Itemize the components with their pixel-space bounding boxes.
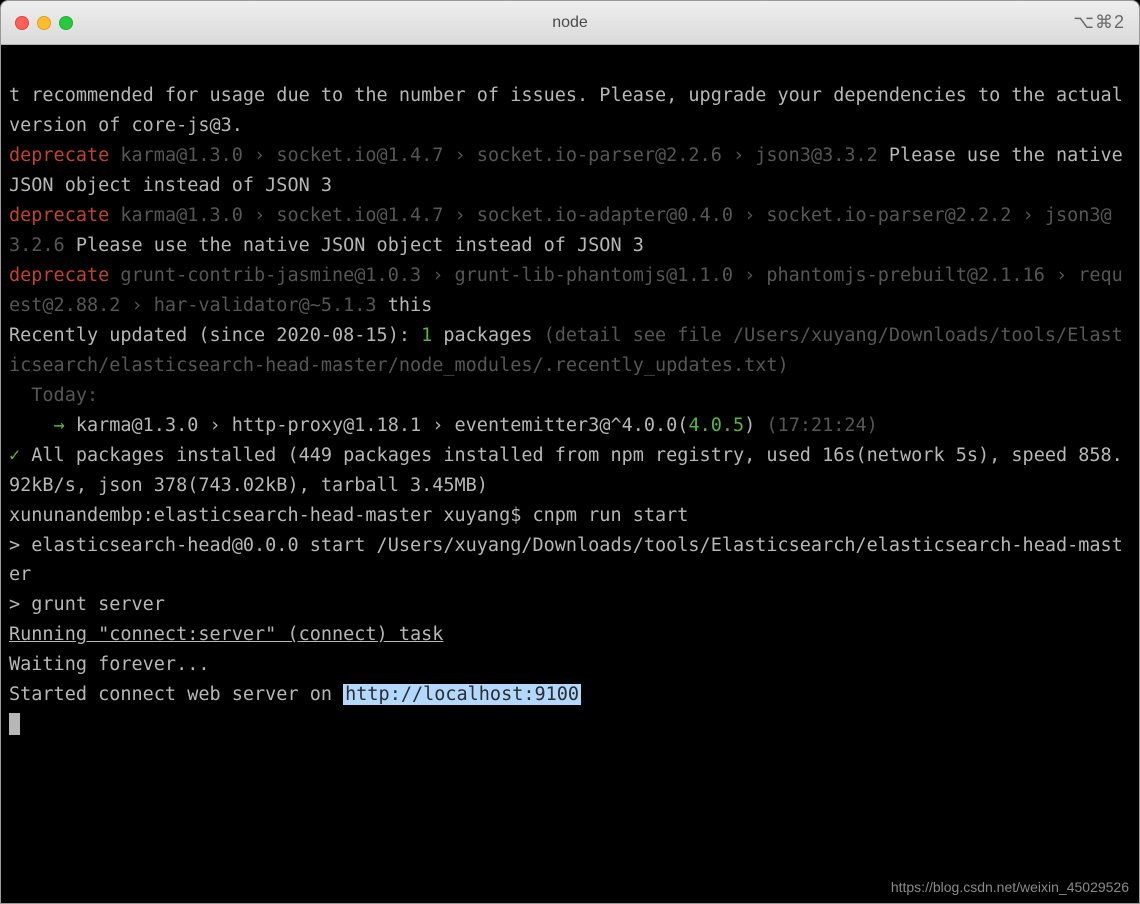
pkg-chain: karma@1.3.0 › http-proxy@1.18.1 › evente… (65, 415, 689, 436)
dep-chain: karma@1.3.0 › socket.io@1.4.7 › socket.i… (109, 145, 889, 166)
recent-prefix: Recently updated (since 2020-08-15): (9, 325, 421, 346)
server-url[interactable]: http://localhost:9100 (343, 684, 581, 705)
pkg-paren: ) (744, 415, 766, 436)
output-line: Today: (9, 381, 1131, 411)
pkg-version: 4.0.5 (688, 415, 744, 436)
install-summary: All packages installed (449 packages ins… (9, 445, 1123, 496)
output-line: Recently updated (since 2020-08-15): 1 p… (9, 321, 1131, 381)
server-msg: Started connect web server on (9, 684, 343, 705)
output-line: → karma@1.3.0 › http-proxy@1.18.1 › even… (9, 411, 1131, 441)
output-line: ✓ All packages installed (449 packages i… (9, 441, 1131, 501)
window-title: node (552, 14, 588, 32)
output-line: deprecate grunt-contrib-jasmine@1.0.3 › … (9, 261, 1131, 321)
recent-pkg: packages (432, 325, 543, 346)
cursor (9, 713, 20, 735)
dep-msg: Please use the native JSON object instea… (76, 235, 644, 256)
deprecate-tag: deprecate (9, 145, 109, 166)
dep-chain: grunt-contrib-jasmine@1.0.3 › grunt-lib-… (9, 265, 1123, 316)
close-button[interactable] (15, 16, 29, 30)
output-line: t recommended for usage due to the numbe… (9, 81, 1131, 141)
watermark: https://blog.csdn.net/weixin_45029526 (891, 876, 1129, 899)
minimize-button[interactable] (37, 16, 51, 30)
task-line: Running "connect:server" (connect) task (9, 620, 1131, 650)
output-line: deprecate karma@1.3.0 › socket.io@1.4.7 … (9, 141, 1131, 201)
prompt-line: xununandembp:elasticsearch-head-master x… (9, 501, 1131, 531)
output-line: > elasticsearch-head@0.0.0 start /Users/… (9, 531, 1131, 591)
check-icon: ✓ (9, 445, 20, 466)
output-line: > grunt server (9, 590, 1131, 620)
terminal-content[interactable]: t recommended for usage due to the numbe… (1, 45, 1139, 903)
deprecate-tag: deprecate (9, 265, 109, 286)
traffic-lights (1, 16, 73, 30)
window-shortcut: ⌥⌘2 (1073, 12, 1125, 33)
recent-count: 1 (421, 325, 432, 346)
terminal-window: node ⌥⌘2 t recommended for usage due to … (0, 0, 1140, 904)
window-titlebar: node ⌥⌘2 (1, 1, 1139, 45)
output-line: Waiting forever... (9, 650, 1131, 680)
arrow-icon: → (9, 415, 65, 436)
dep-msg: this (388, 295, 433, 316)
maximize-button[interactable] (59, 16, 73, 30)
deprecate-tag: deprecate (9, 205, 109, 226)
output-line: deprecate karma@1.3.0 › socket.io@1.4.7 … (9, 201, 1131, 261)
output-line: Started connect web server on http://loc… (9, 680, 1131, 710)
timestamp: (17:21:24) (766, 415, 877, 436)
